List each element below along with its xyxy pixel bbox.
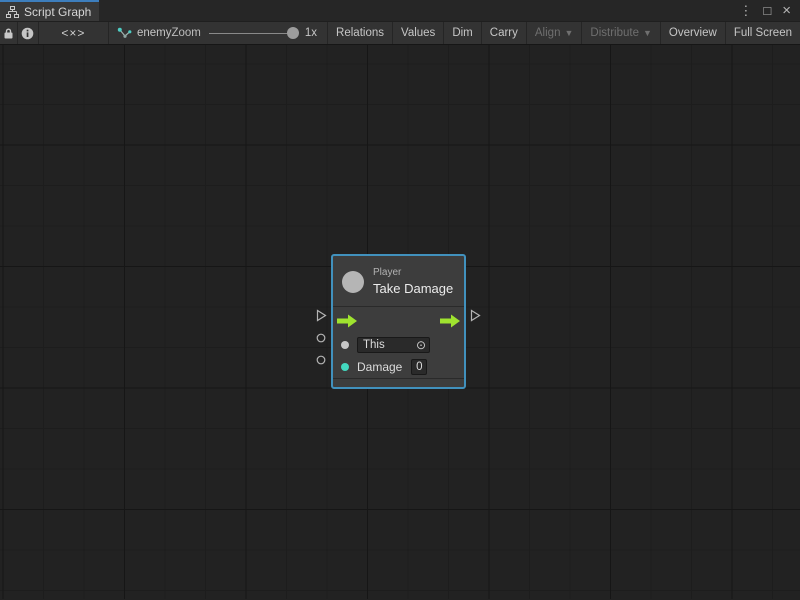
chevron-down-icon: ▼ xyxy=(643,28,652,38)
toolbar-middle: enemy Zoom 1x xyxy=(109,22,328,44)
zoom-slider-track xyxy=(209,33,297,34)
maximize-icon[interactable]: □ xyxy=(763,4,771,17)
align-dropdown[interactable]: Align ▼ xyxy=(527,22,583,44)
lock-button[interactable] xyxy=(0,22,18,44)
unit-icon xyxy=(342,271,364,293)
full-screen-label: Full Screen xyxy=(734,27,792,39)
this-value-port[interactable] xyxy=(316,333,326,343)
distribute-label: Distribute xyxy=(590,27,639,39)
graph-name: enemy xyxy=(137,27,172,39)
chevron-down-icon: ▼ xyxy=(564,28,573,38)
damage-row: Damage 0 xyxy=(333,356,464,378)
tab-script-graph[interactable]: Script Graph xyxy=(0,0,99,21)
this-object-field[interactable]: This ⊙ xyxy=(357,337,430,353)
zoom-label: Zoom xyxy=(171,27,200,39)
align-label: Align xyxy=(535,27,561,39)
values-label: Values xyxy=(401,27,435,39)
graph-canvas[interactable]: Player Take Damage This ⊙ xyxy=(0,45,800,599)
zoom-slider[interactable] xyxy=(209,27,297,39)
node-title: Take Damage xyxy=(373,281,453,296)
unit-node[interactable]: Player Take Damage This ⊙ xyxy=(331,254,466,389)
dim-button[interactable]: Dim xyxy=(444,22,481,44)
zoom-slider-handle[interactable] xyxy=(287,27,299,39)
node-footer xyxy=(333,378,464,387)
node-subtitle: Player xyxy=(373,267,453,278)
info-button[interactable] xyxy=(18,22,39,44)
flow-out-arrow-icon[interactable] xyxy=(440,314,461,328)
flow-input-port[interactable] xyxy=(316,309,327,322)
dim-label: Dim xyxy=(452,27,472,39)
titlebar: Script Graph ⋮ □ × xyxy=(0,0,800,21)
this-field-value: This xyxy=(363,339,385,351)
code-view-toggle[interactable]: <×> xyxy=(39,22,109,44)
toolbar: <×> enemy Zoom 1x Relations Values Dim xyxy=(0,21,800,45)
relations-label: Relations xyxy=(336,27,384,39)
graph-asset-icon xyxy=(117,27,132,40)
damage-label: Damage xyxy=(357,360,402,374)
node-take-damage[interactable]: Player Take Damage This ⊙ xyxy=(331,254,466,389)
carry-button[interactable]: Carry xyxy=(482,22,527,44)
distribute-dropdown[interactable]: Distribute ▼ xyxy=(582,22,661,44)
tab-label: Script Graph xyxy=(24,5,91,19)
damage-value: 0 xyxy=(416,361,422,373)
flow-in-arrow-icon[interactable] xyxy=(337,314,358,328)
lock-icon xyxy=(3,27,14,39)
zoom-value: 1x xyxy=(305,27,317,39)
info-icon xyxy=(21,27,34,40)
close-icon[interactable]: × xyxy=(782,3,791,18)
object-picker-icon[interactable]: ⊙ xyxy=(416,339,426,351)
script-graph-icon xyxy=(6,6,19,18)
overview-label: Overview xyxy=(669,27,717,39)
kebab-menu-icon[interactable]: ⋮ xyxy=(739,4,752,17)
code-icon: <×> xyxy=(61,26,85,40)
flow-row xyxy=(333,307,464,334)
zoom-control: Zoom 1x xyxy=(171,27,317,39)
node-header[interactable]: Player Take Damage xyxy=(333,256,464,306)
flow-output-port[interactable] xyxy=(470,309,481,322)
graph-reference[interactable]: enemy xyxy=(117,27,172,40)
damage-value-field[interactable]: 0 xyxy=(411,359,427,375)
overview-button[interactable]: Overview xyxy=(661,22,726,44)
full-screen-button[interactable]: Full Screen xyxy=(726,22,800,44)
values-button[interactable]: Values xyxy=(393,22,444,44)
damage-port-dot[interactable] xyxy=(341,363,349,371)
damage-value-port[interactable] xyxy=(316,355,326,365)
relations-button[interactable]: Relations xyxy=(328,22,393,44)
this-row: This ⊙ xyxy=(333,334,464,356)
carry-label: Carry xyxy=(490,27,518,39)
this-port-dot[interactable] xyxy=(341,341,349,349)
